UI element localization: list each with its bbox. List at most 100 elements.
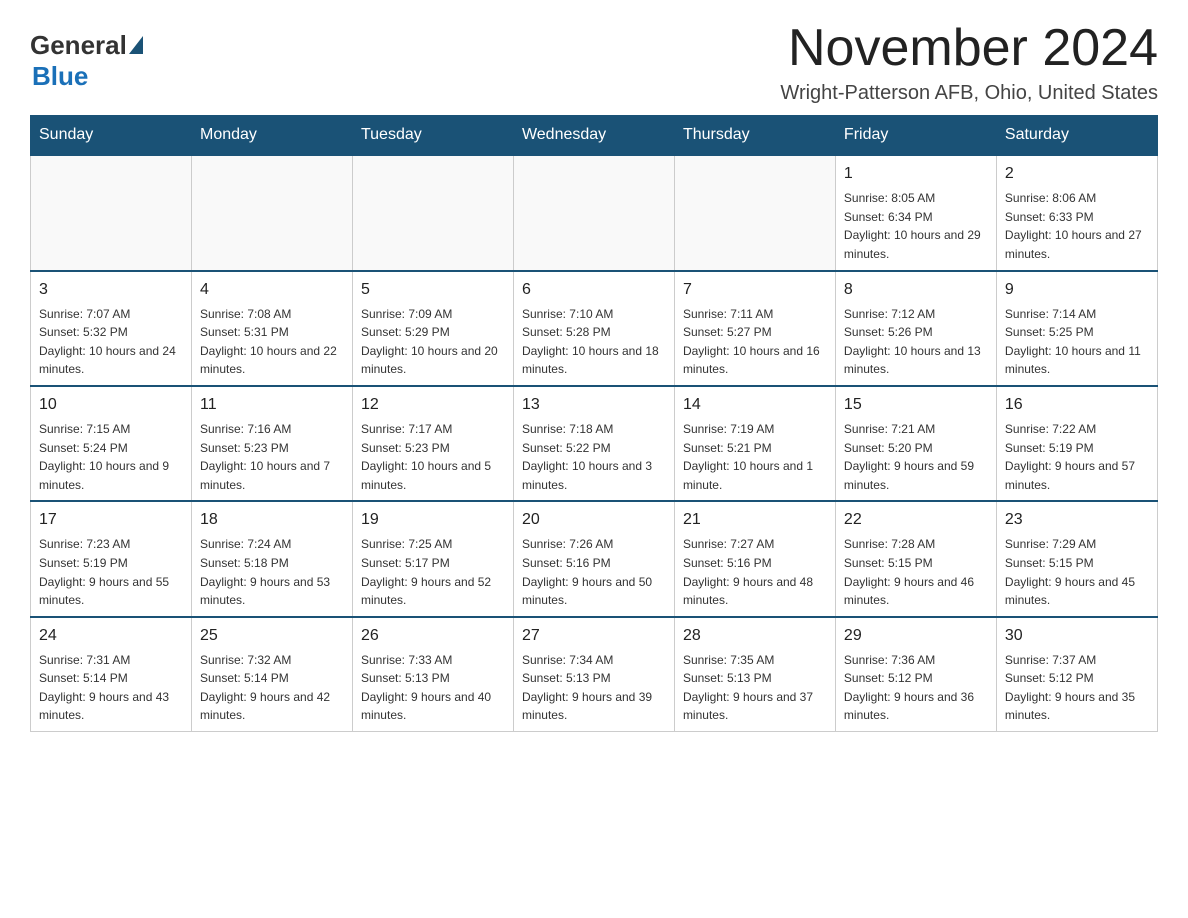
calendar-cell	[191, 155, 352, 270]
calendar-week-3: 10Sunrise: 7:15 AMSunset: 5:24 PMDayligh…	[31, 386, 1158, 501]
day-header-sunday: Sunday	[31, 116, 192, 156]
calendar-cell: 24 Sunrise: 7:31 AMSunset: 5:14 PMDayligh…	[31, 617, 192, 732]
day-info: Sunrise: 7:27 AMSunset: 5:16 PMDaylight:…	[683, 535, 827, 609]
calendar-cell: 13 Sunrise: 7:18 AMSunset: 5:22 PMDayligh…	[513, 386, 674, 501]
calendar-cell: 5 Sunrise: 7:09 AMSunset: 5:29 PMDaylight…	[352, 271, 513, 386]
day-number: 21	[683, 508, 827, 532]
calendar-week-1: 1 Sunrise: 8:05 AMSunset: 6:34 PMDaylight…	[31, 155, 1158, 270]
calendar-cell: 27 Sunrise: 7:34 AMSunset: 5:13 PMDayligh…	[513, 617, 674, 732]
day-number: 16	[1005, 393, 1149, 417]
logo-blue-text: Blue	[32, 61, 88, 92]
day-number: 12	[361, 393, 505, 417]
day-info: Sunrise: 7:17 AMSunset: 5:23 PMDaylight:…	[361, 420, 505, 494]
calendar-cell	[31, 155, 192, 270]
day-info: Sunrise: 7:11 AMSunset: 5:27 PMDaylight:…	[683, 305, 827, 379]
day-header-wednesday: Wednesday	[513, 116, 674, 156]
day-info: Sunrise: 7:32 AMSunset: 5:14 PMDaylight:…	[200, 651, 344, 725]
day-number: 3	[39, 278, 183, 302]
day-number: 22	[844, 508, 988, 532]
day-number: 11	[200, 393, 344, 417]
calendar-cell: 19Sunrise: 7:25 AMSunset: 5:17 PMDayligh…	[352, 501, 513, 616]
logo: General Blue	[30, 20, 143, 92]
day-number: 7	[683, 278, 827, 302]
day-info: Sunrise: 7:09 AMSunset: 5:29 PMDaylight:…	[361, 305, 505, 379]
calendar-week-2: 3 Sunrise: 7:07 AMSunset: 5:32 PMDaylight…	[31, 271, 1158, 386]
page-header: General Blue November 2024 Wright-Patter…	[30, 20, 1158, 105]
day-info: Sunrise: 7:37 AMSunset: 5:12 PMDaylight:…	[1005, 651, 1149, 725]
calendar-cell: 14 Sunrise: 7:19 AMSunset: 5:21 PMDayligh…	[674, 386, 835, 501]
calendar-cell: 8Sunrise: 7:12 AMSunset: 5:26 PMDaylight…	[835, 271, 996, 386]
day-info: Sunrise: 7:21 AMSunset: 5:20 PMDaylight:…	[844, 420, 988, 494]
calendar-cell: 7 Sunrise: 7:11 AMSunset: 5:27 PMDaylight…	[674, 271, 835, 386]
day-info: Sunrise: 7:12 AMSunset: 5:26 PMDaylight:…	[844, 305, 988, 379]
day-header-tuesday: Tuesday	[352, 116, 513, 156]
calendar-cell: 29 Sunrise: 7:36 AMSunset: 5:12 PMDayligh…	[835, 617, 996, 732]
calendar-cell: 20Sunrise: 7:26 AMSunset: 5:16 PMDayligh…	[513, 501, 674, 616]
calendar-body: 1 Sunrise: 8:05 AMSunset: 6:34 PMDaylight…	[31, 155, 1158, 731]
calendar-cell: 12 Sunrise: 7:17 AMSunset: 5:23 PMDayligh…	[352, 386, 513, 501]
day-info: Sunrise: 8:06 AMSunset: 6:33 PMDaylight:…	[1005, 189, 1149, 263]
day-info: Sunrise: 7:28 AMSunset: 5:15 PMDaylight:…	[844, 535, 988, 609]
day-number: 26	[361, 624, 505, 648]
day-number: 10	[39, 393, 183, 417]
calendar-cell: 17 Sunrise: 7:23 AMSunset: 5:19 PMDayligh…	[31, 501, 192, 616]
day-number: 14	[683, 393, 827, 417]
day-info: Sunrise: 7:29 AMSunset: 5:15 PMDaylight:…	[1005, 535, 1149, 609]
calendar-cell: 2Sunrise: 8:06 AMSunset: 6:33 PMDaylight…	[996, 155, 1157, 270]
day-info: Sunrise: 7:16 AMSunset: 5:23 PMDaylight:…	[200, 420, 344, 494]
day-number: 27	[522, 624, 666, 648]
day-number: 20	[522, 508, 666, 532]
logo-triangle-icon	[129, 36, 143, 54]
calendar-cell: 23 Sunrise: 7:29 AMSunset: 5:15 PMDayligh…	[996, 501, 1157, 616]
calendar-week-4: 17 Sunrise: 7:23 AMSunset: 5:19 PMDayligh…	[31, 501, 1158, 616]
day-number: 17	[39, 508, 183, 532]
logo-general-text: General	[30, 30, 127, 61]
day-info: Sunrise: 7:31 AMSunset: 5:14 PMDaylight:…	[39, 651, 183, 725]
day-number: 5	[361, 278, 505, 302]
day-number: 24	[39, 624, 183, 648]
calendar-cell: 11 Sunrise: 7:16 AMSunset: 5:23 PMDayligh…	[191, 386, 352, 501]
day-number: 6	[522, 278, 666, 302]
calendar-cell	[352, 155, 513, 270]
day-header-friday: Friday	[835, 116, 996, 156]
calendar-week-5: 24 Sunrise: 7:31 AMSunset: 5:14 PMDayligh…	[31, 617, 1158, 732]
day-header-monday: Monday	[191, 116, 352, 156]
calendar-table: SundayMondayTuesdayWednesdayThursdayFrid…	[30, 115, 1158, 732]
calendar-cell: 10Sunrise: 7:15 AMSunset: 5:24 PMDayligh…	[31, 386, 192, 501]
day-info: Sunrise: 7:18 AMSunset: 5:22 PMDaylight:…	[522, 420, 666, 494]
day-number: 1	[844, 162, 988, 186]
title-section: November 2024 Wright-Patterson AFB, Ohio…	[780, 20, 1158, 105]
day-info: Sunrise: 7:22 AMSunset: 5:19 PMDaylight:…	[1005, 420, 1149, 494]
day-number: 15	[844, 393, 988, 417]
day-info: Sunrise: 7:08 AMSunset: 5:31 PMDaylight:…	[200, 305, 344, 379]
day-info: Sunrise: 7:23 AMSunset: 5:19 PMDaylight:…	[39, 535, 183, 609]
day-number: 13	[522, 393, 666, 417]
calendar-cell: 16 Sunrise: 7:22 AMSunset: 5:19 PMDayligh…	[996, 386, 1157, 501]
day-number: 29	[844, 624, 988, 648]
day-info: Sunrise: 8:05 AMSunset: 6:34 PMDaylight:…	[844, 189, 988, 263]
day-number: 28	[683, 624, 827, 648]
logo-general: General	[30, 30, 143, 61]
calendar-cell: 25Sunrise: 7:32 AMSunset: 5:14 PMDayligh…	[191, 617, 352, 732]
day-info: Sunrise: 7:34 AMSunset: 5:13 PMDaylight:…	[522, 651, 666, 725]
calendar-cell: 1 Sunrise: 8:05 AMSunset: 6:34 PMDaylight…	[835, 155, 996, 270]
calendar-cell: 18Sunrise: 7:24 AMSunset: 5:18 PMDayligh…	[191, 501, 352, 616]
calendar-cell: 21 Sunrise: 7:27 AMSunset: 5:16 PMDayligh…	[674, 501, 835, 616]
calendar-cell: 9Sunrise: 7:14 AMSunset: 5:25 PMDaylight…	[996, 271, 1157, 386]
day-info: Sunrise: 7:19 AMSunset: 5:21 PMDaylight:…	[683, 420, 827, 494]
days-of-week-row: SundayMondayTuesdayWednesdayThursdayFrid…	[31, 116, 1158, 156]
day-info: Sunrise: 7:07 AMSunset: 5:32 PMDaylight:…	[39, 305, 183, 379]
day-info: Sunrise: 7:14 AMSunset: 5:25 PMDaylight:…	[1005, 305, 1149, 379]
day-number: 23	[1005, 508, 1149, 532]
day-info: Sunrise: 7:10 AMSunset: 5:28 PMDaylight:…	[522, 305, 666, 379]
calendar-cell: 4Sunrise: 7:08 AMSunset: 5:31 PMDaylight…	[191, 271, 352, 386]
calendar-cell: 15 Sunrise: 7:21 AMSunset: 5:20 PMDayligh…	[835, 386, 996, 501]
calendar-cell: 3 Sunrise: 7:07 AMSunset: 5:32 PMDaylight…	[31, 271, 192, 386]
calendar-cell: 22 Sunrise: 7:28 AMSunset: 5:15 PMDayligh…	[835, 501, 996, 616]
day-info: Sunrise: 7:24 AMSunset: 5:18 PMDaylight:…	[200, 535, 344, 609]
calendar-cell	[674, 155, 835, 270]
day-number: 19	[361, 508, 505, 532]
calendar-cell	[513, 155, 674, 270]
calendar-header: SundayMondayTuesdayWednesdayThursdayFrid…	[31, 116, 1158, 156]
day-info: Sunrise: 7:36 AMSunset: 5:12 PMDaylight:…	[844, 651, 988, 725]
